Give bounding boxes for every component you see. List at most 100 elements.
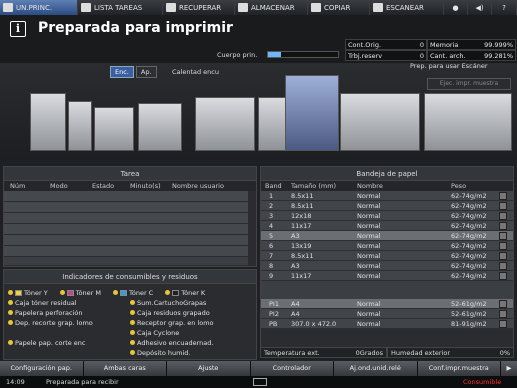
- table-row: [4, 224, 248, 235]
- table-row[interactable]: PB 307.0 x 472.0 Normal 81-91g/m2: [261, 319, 513, 329]
- tab-bar: UN.PRINC. LISTA TAREAS RECUPERAR ALMACEN…: [0, 0, 517, 15]
- main-body: [285, 75, 339, 151]
- config-paper-button[interactable]: Configuración pap.: [0, 361, 83, 376]
- tray-level-icon: [499, 192, 507, 200]
- cuerpo-label: Cuerpo prin.: [217, 51, 258, 59]
- tray-weight: 62-74g/m2: [451, 242, 487, 250]
- cuerpo-progress-fill: [268, 52, 281, 57]
- consumable-item: Caja residuos grapado: [130, 308, 252, 317]
- memoria-value: 99.999%: [484, 41, 513, 49]
- main-screen: UN.PRINC. LISTA TAREAS RECUPERAR ALMACEN…: [0, 0, 517, 388]
- tray-list[interactable]: 1 8.5x11 Normal 62-74g/m2 2 8.5x11 Normal 62-74…: [261, 191, 513, 329]
- toner-row: Tóner Y Tóner M Tóner C Tóner K: [8, 288, 252, 297]
- table-row[interactable]: 1 8.5x11 Normal 62-74g/m2: [261, 191, 513, 201]
- controller-button[interactable]: Controlador: [250, 361, 333, 376]
- list-icon: [81, 3, 91, 12]
- table-row[interactable]: 3 12x18 Normal 62-74g/m2: [261, 211, 513, 221]
- next-button[interactable]: ▶: [501, 361, 517, 376]
- table-row[interactable]: 5 A3 Normal 62-74g/m2: [261, 231, 513, 241]
- sample-print-button[interactable]: Conf.impr.muestra: [417, 361, 500, 376]
- status-dot-icon: [130, 300, 135, 305]
- consumable-item: Caja tóner residual: [8, 298, 130, 307]
- status-dot-icon: [130, 340, 135, 345]
- job-col: Modo: [50, 182, 68, 190]
- job-col: Minuto(s): [130, 182, 161, 190]
- tray-size: 11x17: [291, 272, 312, 280]
- toner-label: Tóner C: [128, 288, 154, 297]
- table-row[interactable]: 4 11x17 Normal 62-74g/m2: [261, 221, 513, 231]
- enc-button[interactable]: Enc.: [110, 66, 134, 78]
- tab-main[interactable]: UN.PRINC.: [0, 0, 78, 15]
- job-list[interactable]: [4, 191, 248, 265]
- tray-band: 5: [269, 232, 274, 240]
- table-row[interactable]: 9 11x17 Normal 62-74g/m2: [261, 271, 513, 281]
- volume-button[interactable]: ◀): [468, 0, 492, 15]
- enc-ap-toggle: Enc. Ap.: [110, 66, 157, 78]
- table-row[interactable]: PI2 A4 Normal 52-61g/m2: [261, 309, 513, 319]
- module: [94, 107, 134, 151]
- toner-icon: [172, 289, 180, 296]
- table-row[interactable]: 7 8.5x11 Normal 62-74g/m2: [261, 251, 513, 261]
- memoria-label: Memoria: [430, 41, 459, 49]
- toner-icon: [15, 289, 22, 296]
- tray-level-icon: [499, 212, 507, 220]
- consumable-alert[interactable]: Consumible: [463, 376, 501, 388]
- consumable-label: Receptor grap. en lomo: [137, 318, 214, 327]
- module: [195, 97, 255, 151]
- status-dot-icon: [8, 340, 13, 345]
- temp-field: Temperatura ext. 0Grados: [260, 347, 387, 358]
- status-dot-icon: [130, 310, 135, 315]
- page-title: Preparada para imprimir: [38, 20, 233, 36]
- adjust-button[interactable]: Ajuste: [167, 361, 250, 376]
- duplex-button[interactable]: Ambas caras: [83, 361, 166, 376]
- help-button[interactable]: ?: [492, 0, 517, 15]
- tray-spacer: [261, 281, 513, 299]
- tray-size: A3: [291, 262, 300, 270]
- tab-job-list[interactable]: LISTA TAREAS: [78, 0, 163, 15]
- table-row[interactable]: PI1 A4 Normal 52-61g/m2: [261, 299, 513, 309]
- tab-scan-label: ESCANEAR: [386, 3, 424, 12]
- tab-scan[interactable]: ESCANEAR: [370, 0, 444, 15]
- keyboard-icon[interactable]: [253, 378, 267, 386]
- table-row[interactable]: 2 8.5x11 Normal 62-74g/m2: [261, 201, 513, 211]
- environment-bar: Temperatura ext. 0Grados Humedad exterior…: [260, 347, 514, 358]
- tray-size: 8.5x11: [291, 192, 314, 200]
- tray-level-icon: [499, 300, 507, 308]
- globe-icon: ●: [452, 3, 459, 12]
- tab-retrieve[interactable]: RECUPERAR: [163, 0, 235, 15]
- tray-name: Normal: [357, 272, 381, 280]
- cont-orig-label: Cont.Orig.: [348, 41, 382, 49]
- tray-weight: 62-74g/m2: [451, 212, 487, 220]
- job-columns: Núm Modo Estado Minuto(s) Nombre usuario: [4, 181, 256, 191]
- status-dot-icon: [112, 290, 118, 295]
- tray-name: Normal: [357, 300, 381, 308]
- tray-weight: 62-74g/m2: [451, 202, 487, 210]
- tray-weight: 62-74g/m2: [451, 262, 487, 270]
- consumable-label: Papele pap. corte enc: [15, 338, 86, 347]
- table-row[interactable]: 6 13x19 Normal 62-74g/m2: [261, 241, 513, 251]
- tab-job-list-label: LISTA TAREAS: [94, 3, 143, 12]
- consumable-label: Caja tóner residual: [15, 298, 77, 307]
- consumable-item: Papelera perforación: [8, 308, 130, 317]
- tab-copy[interactable]: COPIAR: [308, 0, 370, 15]
- toner-m: Tóner M: [59, 288, 101, 297]
- stacker-module: [68, 101, 92, 151]
- tray-name: Normal: [357, 252, 381, 260]
- tab-store[interactable]: ALMACENAR: [235, 0, 308, 15]
- tray-size: 8.5x11: [291, 202, 314, 210]
- hum-label: Humedad exterior: [391, 349, 451, 357]
- consumable-item: Adhesivo encuadernad.: [130, 338, 252, 347]
- tray-name: Normal: [357, 320, 381, 328]
- consumables-panel: Indicadores de consumibles y residuos Tó…: [3, 269, 257, 360]
- globe-button[interactable]: ●: [444, 0, 468, 15]
- status-dot-icon: [130, 350, 135, 355]
- relay-button[interactable]: Aj.ond.unid.relé: [334, 361, 417, 376]
- consumable-label: Depósito humid.: [137, 348, 191, 357]
- ap-button[interactable]: Ap.: [135, 66, 157, 78]
- ejec-muestra-button[interactable]: Ejec. impr. muestra: [427, 78, 511, 90]
- table-row[interactable]: 8 A3 Normal 62-74g/m2: [261, 261, 513, 271]
- tray-name: Normal: [357, 262, 381, 270]
- temp-value: 0Grados: [355, 349, 383, 357]
- tray-level-icon: [499, 202, 507, 210]
- module: [138, 103, 182, 151]
